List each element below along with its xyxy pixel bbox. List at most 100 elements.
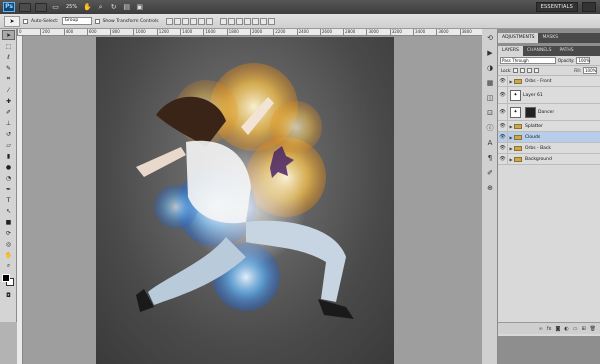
eye-icon[interactable]: 👁: [498, 121, 508, 131]
gradient-tool-icon[interactable]: ▮: [2, 151, 15, 161]
distribute-left-icon[interactable]: [243, 17, 251, 25]
crop-tool-icon[interactable]: ⌗: [2, 74, 15, 84]
bridge-icon[interactable]: [19, 2, 31, 12]
eye-icon[interactable]: 👁: [498, 104, 508, 120]
lock-position-icon[interactable]: [527, 68, 533, 73]
shape-tool-icon[interactable]: ■: [2, 217, 15, 227]
eye-icon[interactable]: 👁: [498, 143, 508, 153]
tab-layers[interactable]: LAYERS: [498, 46, 523, 56]
lock-transparent-icon[interactable]: [513, 68, 519, 73]
new-layer-icon[interactable]: ⊞: [581, 326, 585, 332]
rotate-icon[interactable]: ↻: [109, 3, 118, 12]
navigator-panel-icon[interactable]: ⊡: [484, 107, 496, 119]
adjustment-icon[interactable]: ◐: [564, 326, 568, 332]
fx-icon[interactable]: fx: [547, 326, 552, 332]
color-swatches[interactable]: [2, 274, 15, 287]
layer-row[interactable]: 👁 ▶ Orbs - Back: [498, 143, 600, 154]
swatches-panel-icon[interactable]: ▦: [484, 77, 496, 89]
brushes-panel-icon[interactable]: ✐: [484, 167, 496, 179]
distribute-right-icon[interactable]: [259, 17, 267, 25]
blur-tool-icon[interactable]: ●: [2, 162, 15, 172]
extras-icon[interactable]: ▣: [135, 3, 144, 12]
mask-icon[interactable]: ◙: [555, 326, 560, 332]
history-panel-icon[interactable]: ⟲: [484, 32, 496, 44]
eraser-tool-icon[interactable]: ▱: [2, 140, 15, 150]
move-tool-icon[interactable]: ➤: [2, 30, 15, 40]
dodge-tool-icon[interactable]: ◔: [2, 173, 15, 183]
fill-field[interactable]: 100%: [583, 67, 597, 74]
align-top-icon[interactable]: [165, 17, 173, 25]
eye-icon[interactable]: 👁: [498, 76, 508, 86]
color-panel-icon[interactable]: ◑: [484, 62, 496, 74]
auto-select-dropdown[interactable]: Group: [61, 17, 92, 25]
distribute-top-icon[interactable]: [219, 17, 227, 25]
actions-panel-icon[interactable]: ▶: [484, 47, 496, 59]
layer-row[interactable]: 👁 ▶ Orbs - Front: [498, 76, 600, 87]
tab-paths[interactable]: PATHS: [555, 46, 577, 56]
align-right-icon[interactable]: [205, 17, 213, 25]
layer-mask-thumbnail[interactable]: [525, 106, 536, 118]
new-group-icon[interactable]: ▭: [573, 326, 578, 332]
layer-row[interactable]: 👁 ✦ Dancer: [498, 104, 600, 121]
zoom-level[interactable]: 25%: [66, 4, 77, 10]
trash-icon[interactable]: 🗑: [590, 326, 596, 332]
layer-row[interactable]: 👁 ▶ Background: [498, 154, 600, 165]
mini-bridge-icon[interactable]: [35, 2, 47, 12]
eye-icon[interactable]: 👁: [498, 154, 508, 164]
horizontal-ruler[interactable]: 0 200 400 600 800 1000 1200 1400 1600 1800 2000 220…: [17, 29, 483, 36]
eye-icon[interactable]: 👁: [498, 132, 508, 142]
zoom-icon[interactable]: ⌕: [96, 3, 105, 12]
align-bottom-icon[interactable]: [181, 17, 189, 25]
marquee-tool-icon[interactable]: ⬚: [2, 41, 15, 51]
lock-pixels-icon[interactable]: [520, 68, 526, 73]
paragraph-panel-icon[interactable]: ¶: [484, 152, 496, 164]
tab-adjustments[interactable]: ADJUSTMENTS: [498, 33, 539, 43]
3d-rotate-tool-icon[interactable]: ⟳: [2, 228, 15, 238]
blend-mode-dropdown[interactable]: Pass Through: [500, 57, 556, 64]
align-middle-icon[interactable]: [173, 17, 181, 25]
transform-controls-checkbox[interactable]: [94, 18, 100, 24]
styles-panel-icon[interactable]: ◫: [484, 92, 496, 104]
workspace-switcher[interactable]: ESSENTIALS: [535, 2, 578, 12]
eyedropper-tool-icon[interactable]: ⁄: [2, 85, 15, 95]
screen-mode-icon[interactable]: ▭: [51, 3, 60, 12]
eye-icon[interactable]: 👁: [498, 87, 508, 103]
layer-row[interactable]: 👁 ▶ Splatter: [498, 121, 600, 132]
distribute-bottom-icon[interactable]: [235, 17, 243, 25]
distribute-center-icon[interactable]: [251, 17, 259, 25]
hand-tool-icon[interactable]: ✋: [2, 250, 15, 260]
quick-mask-icon[interactable]: ◘: [2, 290, 15, 300]
type-tool-icon[interactable]: T: [2, 195, 15, 205]
foreground-color-swatch[interactable]: [2, 274, 10, 282]
tab-masks[interactable]: MASKS: [538, 33, 562, 43]
clone-stamp-tool-icon[interactable]: ⊥: [2, 118, 15, 128]
move-tool-preset-icon[interactable]: ➤: [4, 15, 20, 27]
image-canvas[interactable]: [96, 37, 394, 364]
info-panel-icon[interactable]: ⓘ: [484, 122, 496, 134]
opacity-field[interactable]: 100%: [576, 57, 591, 64]
auto-align-icon[interactable]: [267, 17, 275, 25]
brush-tool-icon[interactable]: ✐: [2, 107, 15, 117]
character-panel-icon[interactable]: A: [484, 137, 496, 149]
align-center-icon[interactable]: [197, 17, 205, 25]
lock-all-icon[interactable]: [534, 68, 540, 73]
auto-select-checkbox[interactable]: [23, 18, 28, 24]
vertical-ruler[interactable]: [17, 36, 23, 364]
clone-source-panel-icon[interactable]: ⊕: [484, 182, 496, 194]
align-left-icon[interactable]: [189, 17, 197, 25]
healing-tool-icon[interactable]: ✚: [2, 96, 15, 106]
search-icon[interactable]: [582, 2, 596, 12]
layer-row-selected[interactable]: 👁 ▶ Clouds: [498, 132, 600, 143]
quick-select-tool-icon[interactable]: ✎: [2, 63, 15, 73]
lasso-tool-icon[interactable]: ℓ: [2, 52, 15, 62]
distribute-middle-icon[interactable]: [227, 17, 235, 25]
link-icon[interactable]: ∞: [539, 326, 543, 332]
history-brush-tool-icon[interactable]: ↺: [2, 129, 15, 139]
pen-tool-icon[interactable]: ✒: [2, 184, 15, 194]
layer-row[interactable]: 👁 ✦ Layer 61: [498, 87, 600, 104]
3d-orbit-tool-icon[interactable]: ◎: [2, 239, 15, 249]
zoom-tool-icon[interactable]: ⌕: [2, 261, 15, 271]
arrange-icon[interactable]: ▤: [122, 3, 131, 12]
tab-channels[interactable]: CHANNELS: [523, 46, 556, 56]
hand-icon[interactable]: ✋: [83, 3, 92, 12]
